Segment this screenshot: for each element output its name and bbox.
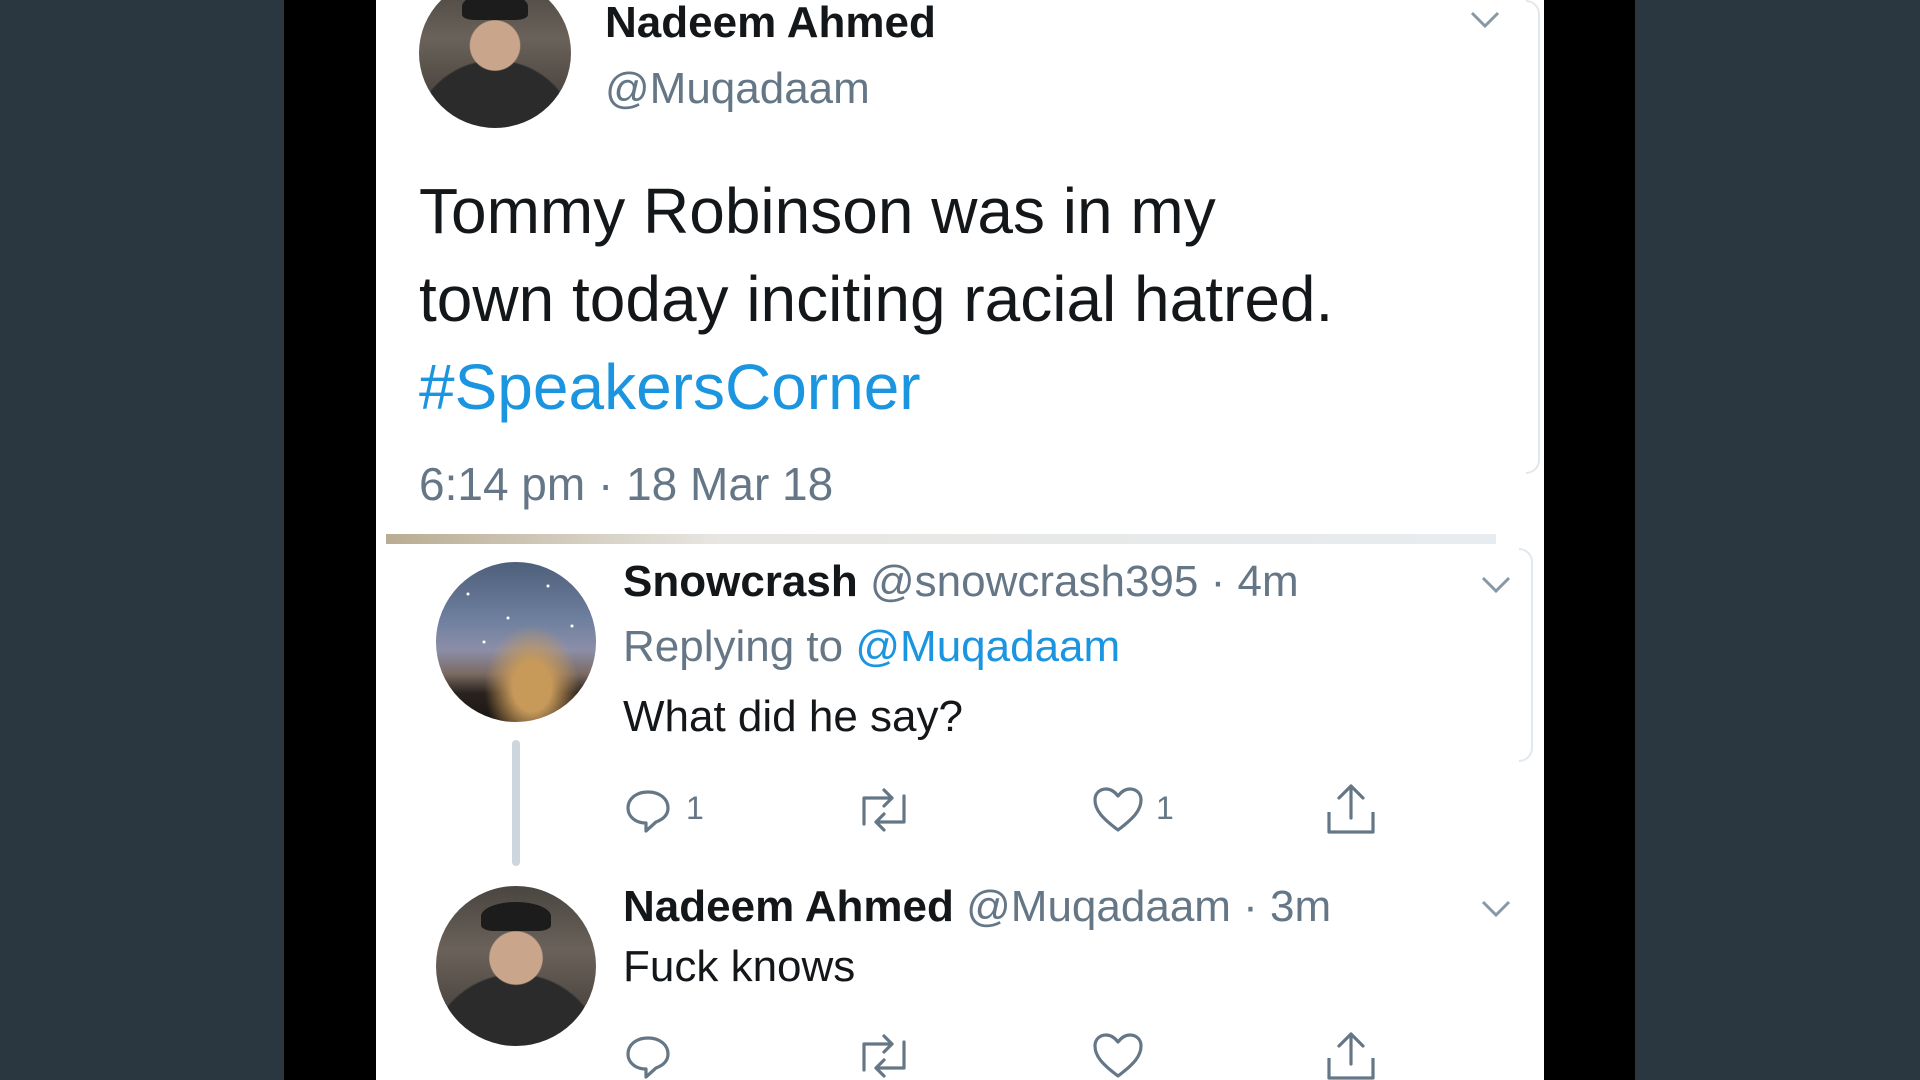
- tweet-text-line-1: Tommy Robinson was in my: [419, 175, 1216, 247]
- replying-to-line: Replying to @Muqadaam: [623, 622, 1120, 672]
- reply-icon[interactable]: [624, 1032, 672, 1080]
- replying-to-prefix: Replying to: [623, 622, 844, 671]
- tweet-timestamp[interactable]: 6:14 pm · 18 Mar 18: [419, 457, 833, 511]
- reply-icon[interactable]: [624, 786, 672, 834]
- chevron-down-icon[interactable]: [1479, 573, 1513, 595]
- tweet-screenshot-card: Nadeem Ahmed @Muqadaam Tommy Robinson wa…: [376, 0, 1544, 1080]
- reply-avatar-2[interactable]: [436, 886, 596, 1046]
- like-icon[interactable]: [1092, 786, 1144, 834]
- replying-to-link[interactable]: @Muqadaam: [855, 622, 1120, 671]
- reply-1-time[interactable]: · 4m: [1211, 557, 1299, 606]
- tweet-text-line-2: town today inciting racial hatred.: [419, 263, 1334, 335]
- author-name[interactable]: Nadeem Ahmed: [605, 0, 936, 48]
- reply-1-handle[interactable]: @snowcrash395: [870, 557, 1198, 606]
- chevron-down-icon[interactable]: [1468, 8, 1502, 30]
- reply-1-header: Snowcrash @snowcrash395 · 4m: [623, 557, 1299, 607]
- reply-avatar-1[interactable]: [436, 562, 596, 722]
- divider: [386, 534, 1496, 544]
- cap-shape: [461, 0, 529, 20]
- author-handle[interactable]: @Muqadaam: [605, 64, 870, 114]
- cap-shape: [480, 902, 552, 931]
- reply-1-text: What did he say?: [623, 692, 963, 741]
- share-icon[interactable]: [1325, 1030, 1377, 1080]
- like-icon[interactable]: [1092, 1032, 1144, 1080]
- retweet-icon[interactable]: [854, 1034, 914, 1078]
- reply-count: 1: [686, 790, 704, 826]
- retweet-icon[interactable]: [854, 788, 914, 832]
- reply-1-name[interactable]: Snowcrash: [623, 557, 858, 606]
- thread-line: [512, 740, 520, 866]
- reply-2-text: Fuck knows: [623, 942, 856, 991]
- reply-2-handle[interactable]: @Muqadaam: [966, 882, 1231, 931]
- stars-shape: [436, 562, 596, 722]
- reply-2-header: Nadeem Ahmed @Muqadaam · 3m: [623, 882, 1331, 932]
- chevron-down-icon[interactable]: [1479, 897, 1513, 919]
- hashtag-link[interactable]: #SpeakersCorner: [419, 350, 921, 424]
- like-count: 1: [1156, 790, 1174, 826]
- scroll-edge-top: [1526, 0, 1540, 474]
- author-avatar[interactable]: [419, 0, 571, 128]
- share-icon[interactable]: [1325, 782, 1377, 836]
- reply-2-name[interactable]: Nadeem Ahmed: [623, 882, 954, 931]
- scroll-edge-reply: [1519, 548, 1533, 762]
- reply-2-time[interactable]: · 3m: [1243, 882, 1331, 931]
